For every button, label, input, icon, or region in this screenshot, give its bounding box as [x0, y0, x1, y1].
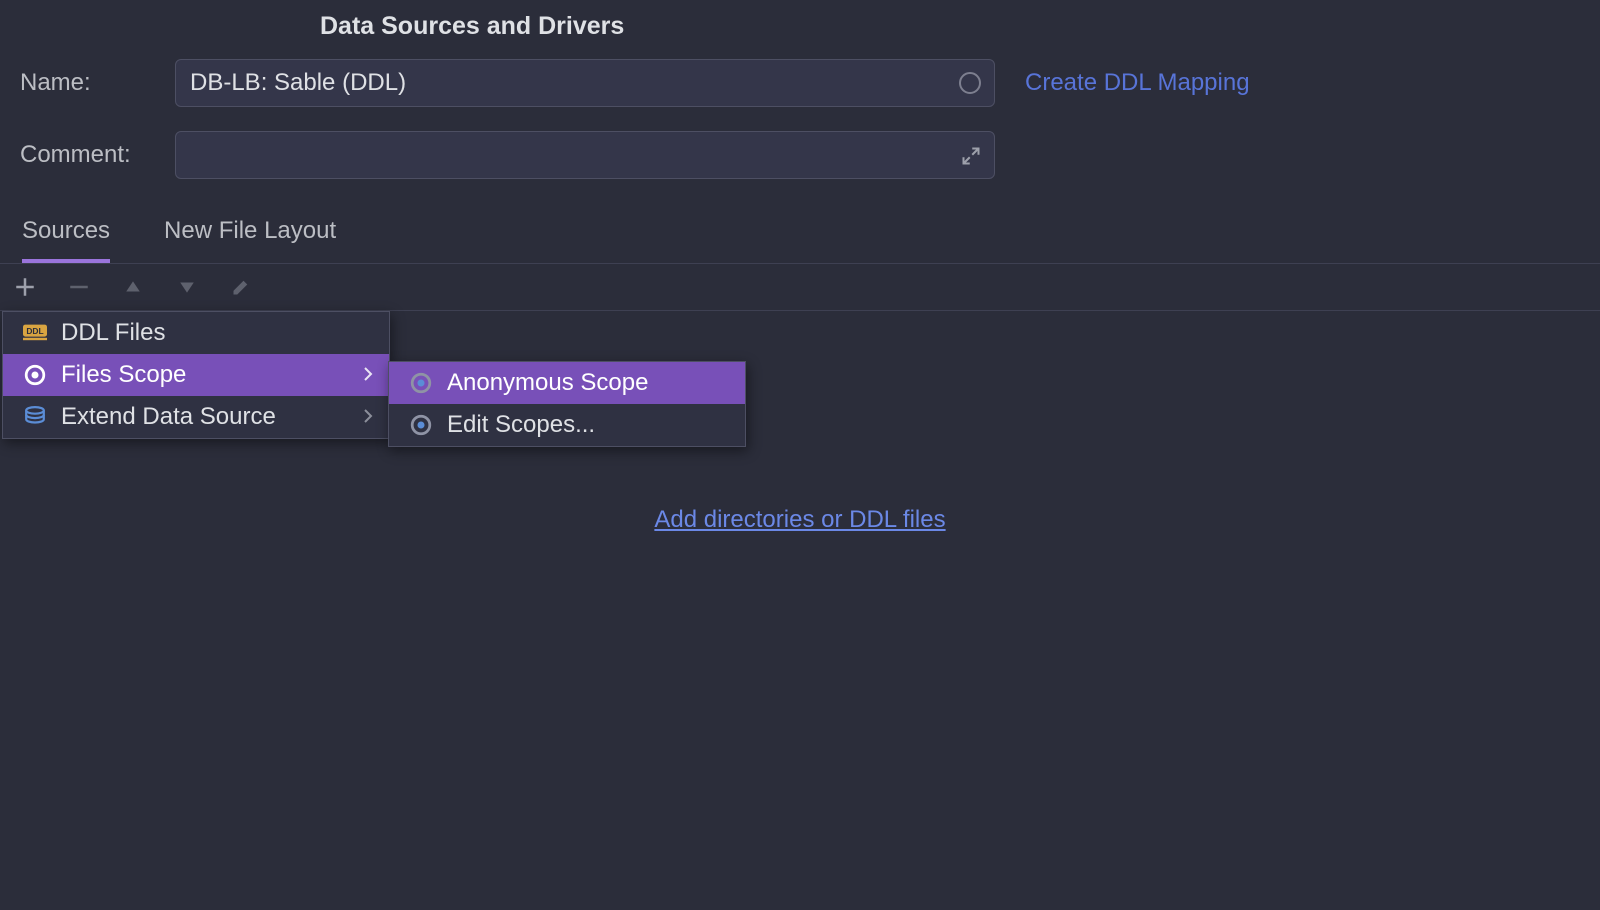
comment-label: Comment: [20, 141, 175, 169]
submenu-item-anonymous-scope[interactable]: Anonymous Scope [389, 362, 745, 404]
menu-item-label: Files Scope [61, 361, 186, 389]
submenu-item-label: Anonymous Scope [447, 369, 648, 397]
menu-item-label: Extend Data Source [61, 403, 276, 431]
target-icon [23, 363, 47, 387]
add-ddl-link-wrap: Add directories or DDL files [0, 506, 1600, 534]
comment-row: Comment: [0, 131, 1600, 179]
target-icon [409, 413, 433, 437]
add-menu: DDL DDL Files Files Scope [2, 311, 390, 439]
menu-item-extend-data-source[interactable]: Extend Data Source [3, 396, 389, 438]
expand-icon[interactable] [961, 145, 981, 165]
submenu-item-edit-scopes[interactable]: Edit Scopes... [389, 404, 745, 446]
edit-button[interactable] [230, 276, 252, 298]
menu-item-files-scope[interactable]: Files Scope [3, 354, 389, 396]
tab-bar: Sources New File Layout [0, 203, 1600, 264]
tab-sources[interactable]: Sources [22, 217, 110, 263]
sources-toolbar [0, 264, 1600, 311]
submenu-item-label: Edit Scopes... [447, 411, 595, 439]
target-icon [409, 371, 433, 395]
chevron-right-icon [363, 361, 373, 389]
remove-button[interactable] [68, 276, 90, 298]
color-circle-icon[interactable] [959, 72, 981, 94]
name-row: Name: Create DDL Mapping [0, 59, 1600, 107]
name-label: Name: [20, 69, 175, 97]
tab-new-file-layout[interactable]: New File Layout [164, 217, 336, 263]
menu-item-label: DDL Files [61, 319, 165, 347]
database-icon [23, 405, 47, 429]
move-up-button[interactable] [122, 276, 144, 298]
name-input[interactable] [175, 59, 995, 107]
comment-input[interactable] [175, 131, 995, 179]
ddl-icon: DDL [23, 321, 47, 345]
add-ddl-files-link[interactable]: Add directories or DDL files [654, 506, 945, 533]
svg-text:DDL: DDL [26, 326, 43, 336]
move-down-button[interactable] [176, 276, 198, 298]
dialog-title: Data Sources and Drivers [0, 0, 1600, 59]
comment-input-wrap [175, 131, 995, 179]
scope-submenu: Anonymous Scope Edit Scopes... [388, 361, 746, 447]
add-button[interactable] [14, 276, 36, 298]
name-input-wrap [175, 59, 995, 107]
chevron-right-icon [363, 403, 373, 431]
create-ddl-mapping-link[interactable]: Create DDL Mapping [1025, 69, 1250, 97]
menu-item-ddl-files[interactable]: DDL DDL Files [3, 312, 389, 354]
